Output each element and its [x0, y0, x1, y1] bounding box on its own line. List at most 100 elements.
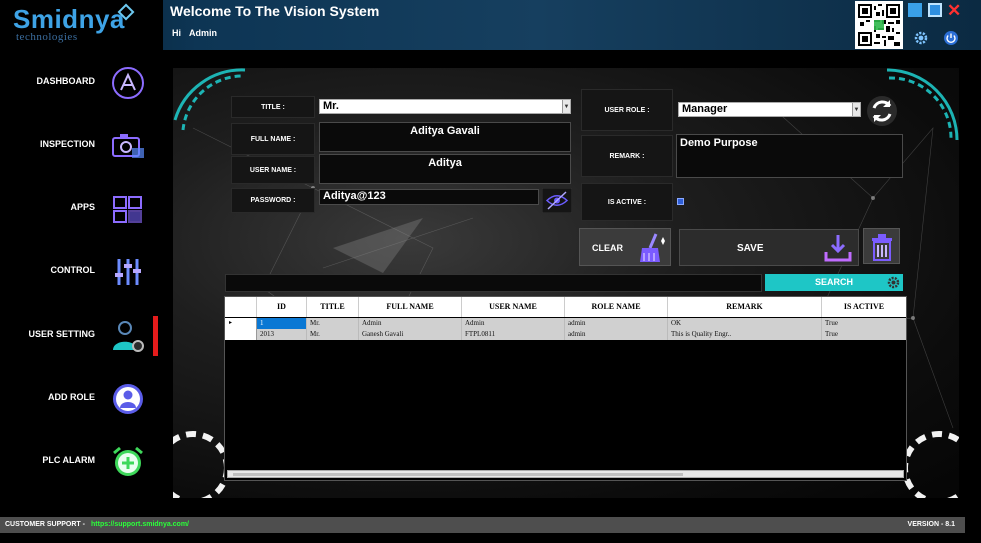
user-greeting: Hi Admin	[172, 28, 225, 38]
user-role-select[interactable]: Manager ▼	[678, 102, 861, 117]
column-header-role-name[interactable]: ROLE NAME	[565, 297, 668, 317]
chevron-down-icon: ▼	[852, 103, 860, 116]
app-store-icon	[112, 67, 144, 99]
sidebar-item-label: CONTROL	[50, 265, 96, 275]
sidebar-item-control[interactable]: CONTROL	[0, 247, 163, 297]
cell-remark[interactable]: This is Quality Engr..	[668, 329, 822, 340]
column-header-title[interactable]: TITLE	[307, 297, 359, 317]
row-selector-marker[interactable]	[225, 329, 257, 340]
sidebar-item-label: DASHBOARD	[36, 76, 96, 86]
camera-icon	[112, 134, 144, 158]
active-nav-indicator	[153, 316, 158, 356]
username-label: USER NAME :	[231, 156, 315, 184]
maximize-button[interactable]	[928, 3, 942, 17]
user-setting-panel: TITLE : Mr. ▼ FULL NAME : Aditya Gavali …	[173, 68, 959, 498]
cell-role-name[interactable]: admin	[565, 329, 668, 340]
title-label: TITLE :	[231, 96, 315, 118]
cell-full-name[interactable]: Admin	[359, 318, 462, 329]
sliders-icon	[115, 259, 141, 285]
search-input[interactable]	[225, 274, 762, 292]
clear-button[interactable]: CLEAR	[579, 228, 671, 266]
cell-remark[interactable]: OK	[668, 318, 822, 329]
is-active-label: IS ACTIVE :	[581, 183, 673, 221]
horizontal-scrollbar[interactable]	[227, 470, 904, 478]
row-header-corner	[225, 297, 257, 317]
save-button[interactable]: SAVE	[679, 229, 859, 266]
cell-title[interactable]: Mr.	[307, 329, 359, 340]
title-select-value: Mr.	[323, 100, 339, 112]
sidebar-item-user-setting[interactable]: USER SETTING	[0, 311, 163, 361]
cell-role-name[interactable]: admin	[565, 318, 668, 329]
cell-is-active[interactable]: True	[822, 318, 906, 329]
logo: Smidnya technologies	[0, 0, 163, 50]
table-row[interactable]: 2013 Mr. Ganesh Gavali FTPL0811 admin Th…	[225, 329, 906, 340]
power-icon[interactable]	[943, 30, 959, 46]
password-label: PASSWORD :	[231, 188, 315, 213]
sidebar-item-apps[interactable]: APPS	[0, 184, 163, 234]
title-select[interactable]: Mr. ▼	[319, 99, 571, 114]
save-button-label: SAVE	[737, 243, 764, 254]
sidebar-item-add-role[interactable]: ADD ROLE	[0, 374, 163, 424]
username-input[interactable]: Aditya	[319, 154, 571, 184]
cell-full-name[interactable]: Ganesh Gavali	[359, 329, 462, 340]
gear-icon	[887, 276, 900, 289]
table-row[interactable]: ▸ 1 Mr. Admin Admin admin OK True	[225, 318, 906, 329]
remark-label: REMARK :	[581, 135, 673, 177]
column-header-id[interactable]: ID	[257, 297, 307, 317]
windows-icon	[113, 196, 142, 223]
sidebar-item-plc-alarm[interactable]: PLC ALARM	[0, 437, 163, 487]
settings-gear-icon[interactable]	[913, 30, 929, 46]
user-avatar-icon	[113, 384, 143, 414]
search-button-label: SEARCH	[814, 277, 853, 287]
cell-user-name[interactable]: Admin	[462, 318, 565, 329]
qr-code-icon	[855, 1, 903, 49]
sidebar-item-label: USER SETTING	[28, 329, 95, 339]
delete-button[interactable]	[863, 228, 900, 264]
user-role-label: USER ROLE :	[581, 89, 673, 131]
version-label: VERSION - 8.1	[907, 521, 955, 528]
minimize-button[interactable]	[908, 3, 922, 17]
app-title: Welcome To The Vision System	[170, 3, 380, 19]
is-active-checkbox[interactable]	[677, 198, 684, 205]
cell-id[interactable]: 1	[257, 318, 307, 329]
chevron-down-icon: ▼	[562, 100, 570, 113]
alarm-clock-icon	[113, 446, 143, 476]
cell-is-active[interactable]: True	[822, 329, 906, 340]
support-link[interactable]: https://support.smidnya.com/	[91, 521, 189, 528]
sidebar-item-dashboard[interactable]: DASHBOARD	[0, 58, 163, 108]
fullname-label: FULL NAME :	[231, 123, 315, 155]
sidebar-item-label: PLC ALARM	[42, 455, 95, 465]
password-input[interactable]: Aditya@123	[319, 189, 539, 205]
greeting-user: Admin	[189, 28, 217, 38]
eye-slash-icon[interactable]	[542, 188, 572, 213]
broom-icon	[640, 233, 665, 262]
search-button[interactable]: SEARCH	[765, 274, 903, 291]
sidebar-item-label: APPS	[70, 202, 95, 212]
customer-support-label: CUSTOMER SUPPORT -	[5, 521, 85, 528]
cell-title[interactable]: Mr.	[307, 318, 359, 329]
remark-textarea[interactable]: Demo Purpose	[676, 134, 903, 178]
sidebar-item-label: ADD ROLE	[48, 392, 95, 402]
column-header-full-name[interactable]: FULL NAME	[359, 297, 462, 317]
user-settings-icon	[113, 321, 144, 352]
sidebar: DASHBOARD INSPECTION APPS CONTROL USER S…	[0, 50, 163, 516]
download-save-icon	[824, 235, 852, 262]
close-button[interactable]: ✕	[947, 1, 961, 20]
logo-subtext: technologies	[16, 31, 78, 43]
fullname-input[interactable]: Aditya Gavali	[319, 122, 571, 152]
sidebar-item-inspection[interactable]: INSPECTION	[0, 121, 163, 171]
user-role-select-value: Manager	[682, 103, 728, 115]
cell-id[interactable]: 2013	[257, 329, 307, 340]
row-selector-marker[interactable]: ▸	[225, 318, 257, 329]
column-header-remark[interactable]: REMARK	[668, 297, 822, 317]
status-bar: CUSTOMER SUPPORT - https://support.smidn…	[0, 517, 965, 533]
column-header-user-name[interactable]: USER NAME	[462, 297, 565, 317]
column-header-is-active[interactable]: IS ACTIVE	[822, 297, 906, 317]
greeting-hi: Hi	[172, 28, 181, 38]
cell-user-name[interactable]: FTPL0811	[462, 329, 565, 340]
title-bar: Smidnya technologies Welcome To The Visi…	[0, 0, 981, 50]
scrollbar-thumb[interactable]	[233, 473, 683, 476]
sidebar-item-label: INSPECTION	[39, 139, 95, 149]
refresh-icon[interactable]	[866, 95, 898, 127]
trash-icon	[872, 234, 892, 261]
